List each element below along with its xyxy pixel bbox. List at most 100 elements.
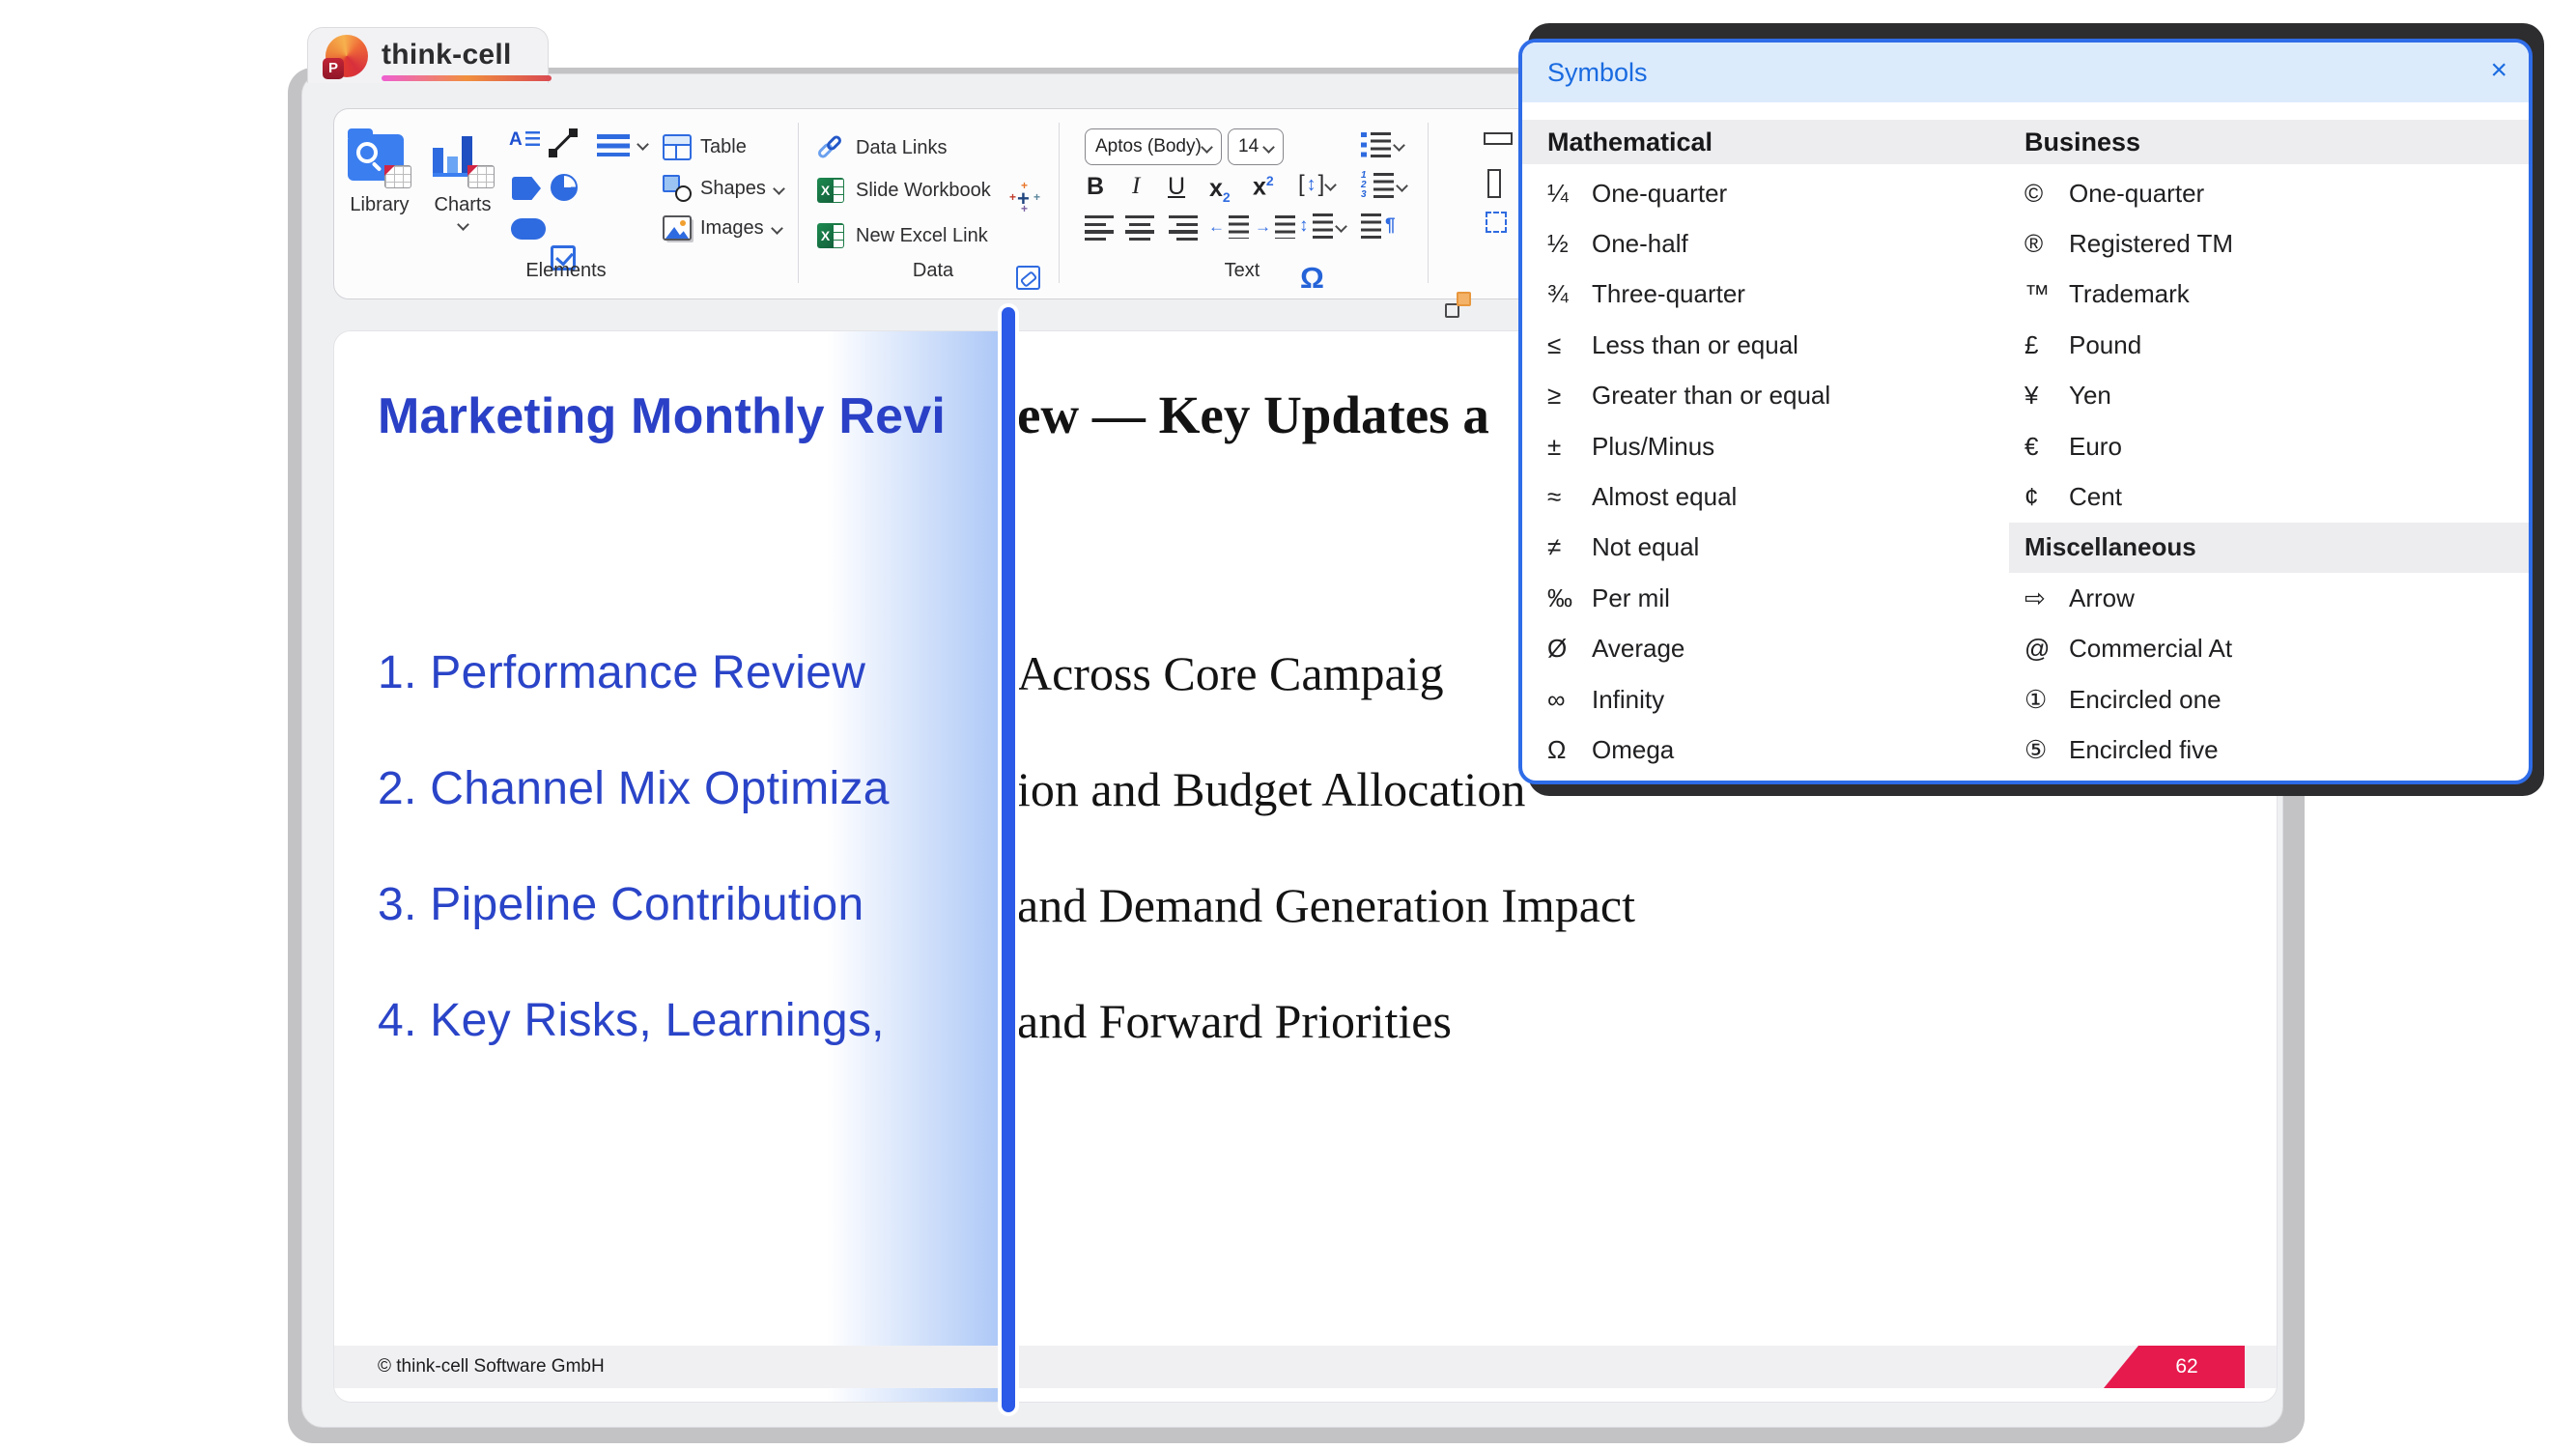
position-tool-button[interactable] bbox=[1486, 212, 1507, 233]
rounded-rectangle-button[interactable] bbox=[511, 218, 546, 240]
bring-to-front-button[interactable] bbox=[1445, 292, 1471, 318]
symbol-item[interactable]: ±Plus/Minus bbox=[1547, 421, 2001, 471]
agenda-item-serif: and Demand Generation Impact bbox=[1017, 877, 1635, 933]
font-size-select[interactable]: 14 bbox=[1228, 128, 1284, 165]
height-tool-button[interactable] bbox=[1487, 169, 1501, 198]
link-icon bbox=[817, 134, 844, 161]
symbol-glyph: ≈ bbox=[1547, 482, 1592, 512]
business-column: ©One-quarter®Registered TM™Trademark£Pou… bbox=[2024, 168, 2507, 776]
width-tool-button[interactable] bbox=[1484, 132, 1513, 145]
increase-indent-button[interactable]: → bbox=[1255, 215, 1295, 239]
dialog-header: Symbols × bbox=[1522, 43, 2529, 102]
data-links-label: Data Links bbox=[856, 137, 948, 159]
symbol-glyph: £ bbox=[2024, 330, 2069, 360]
symbol-glyph: ≠ bbox=[1547, 532, 1592, 562]
symbol-item[interactable]: £Pound bbox=[2024, 320, 2507, 370]
line-spacing-button[interactable]: ↕ bbox=[1299, 213, 1345, 239]
tableau-links-button[interactable]: +++++ bbox=[1010, 182, 1039, 213]
symbol-glyph: @ bbox=[2024, 634, 2069, 664]
chevron-down-icon bbox=[1393, 139, 1405, 152]
symbol-item[interactable]: ØAverage bbox=[1547, 624, 2001, 674]
close-icon[interactable]: × bbox=[2490, 43, 2507, 99]
table-icon bbox=[663, 134, 692, 160]
symbol-item[interactable]: ®Registered TM bbox=[2024, 218, 2507, 269]
symbol-item[interactable]: ⑤Encircled five bbox=[2024, 724, 2507, 775]
chevron-down-icon bbox=[773, 183, 785, 195]
connector-button[interactable] bbox=[549, 128, 578, 157]
symbol-item[interactable]: ™Trademark bbox=[2024, 270, 2507, 320]
charts-button[interactable]: Charts bbox=[431, 128, 495, 237]
symbol-item[interactable]: ‰Per mil bbox=[1547, 573, 2001, 623]
text-box-button[interactable]: A bbox=[509, 131, 540, 149]
symbol-item[interactable]: ¾Three-quarter bbox=[1547, 270, 2001, 320]
symbol-glyph: ¢ bbox=[2024, 482, 2069, 512]
symbol-label: One-quarter bbox=[1592, 179, 1727, 209]
superscript-button[interactable]: x2 bbox=[1253, 173, 1274, 201]
align-left-button[interactable] bbox=[1085, 215, 1114, 241]
chevron-down-icon bbox=[1201, 141, 1213, 154]
symbol-label: Euro bbox=[2069, 432, 2122, 462]
symbol-item[interactable]: ⇨Arrow bbox=[2024, 573, 2507, 623]
symbol-item[interactable]: ∞Infinity bbox=[1547, 674, 2001, 724]
symbol-item[interactable]: €Euro bbox=[2024, 421, 2507, 471]
symbol-item[interactable]: ≥Greater than or equal bbox=[1547, 371, 2001, 421]
shapes-button[interactable]: Shapes bbox=[663, 175, 783, 202]
underline-button[interactable]: U bbox=[1168, 173, 1185, 201]
table-button[interactable]: Table bbox=[663, 134, 747, 160]
character-spacing-button[interactable]: [↕] bbox=[1298, 171, 1335, 198]
library-button[interactable]: Library bbox=[348, 128, 411, 216]
business-column-header: Business bbox=[2024, 120, 2140, 164]
symbol-item[interactable]: ≠Not equal bbox=[1547, 523, 2001, 573]
copyright-text: © think-cell Software GmbH bbox=[378, 1346, 605, 1388]
process-flow-button[interactable] bbox=[512, 177, 541, 200]
symbol-item[interactable]: ¥Yen bbox=[2024, 371, 2507, 421]
symbol-label: Registered TM bbox=[2069, 229, 2233, 259]
agenda-item-serif: ion and Budget Allocation bbox=[1017, 761, 1525, 817]
font-preview-gradient bbox=[827, 331, 1010, 1402]
symbol-item[interactable]: ΩOmega bbox=[1547, 724, 2001, 775]
symbol-item[interactable]: ≈Almost equal bbox=[1547, 471, 2001, 522]
symbol-item[interactable]: ≤Less than or equal bbox=[1547, 320, 2001, 370]
images-button[interactable]: Images bbox=[663, 215, 781, 241]
paragraph-marks-button[interactable]: ¶ bbox=[1361, 213, 1396, 239]
slide-workbook-button[interactable]: X Slide Workbook bbox=[817, 178, 991, 203]
symbol-glyph: ∞ bbox=[1547, 685, 1592, 715]
agenda-item-sans: 2. Channel Mix Optimiza bbox=[378, 763, 890, 814]
search-icon bbox=[356, 142, 378, 163]
bold-button[interactable]: B bbox=[1087, 173, 1104, 201]
data-links-button[interactable]: Data Links bbox=[817, 134, 948, 161]
font-compare-divider-handle[interactable] bbox=[1002, 307, 1015, 1412]
decrease-indent-button[interactable]: ← bbox=[1208, 215, 1249, 239]
symbol-item[interactable]: @Commercial At bbox=[2024, 624, 2507, 674]
app-tab[interactable]: P think-cell bbox=[307, 27, 549, 83]
dialog-title: Symbols bbox=[1547, 43, 1648, 102]
align-right-button[interactable] bbox=[1169, 215, 1198, 241]
symbol-item[interactable]: ½One-half bbox=[1547, 218, 2001, 269]
symbol-glyph: ≥ bbox=[1547, 381, 1592, 411]
agenda-item[interactable]: 4. Key Risks, Learnings, and Forward Pri… bbox=[334, 994, 2277, 1056]
symbol-item[interactable]: ①Encircled one bbox=[2024, 674, 2507, 724]
new-excel-link-button[interactable]: X New Excel Link bbox=[817, 223, 988, 248]
same-level-list-button[interactable] bbox=[597, 134, 630, 156]
app-title: think-cell bbox=[382, 39, 512, 71]
subscript-button[interactable]: x2 bbox=[1209, 175, 1231, 205]
linked-box-icon[interactable] bbox=[1016, 266, 1040, 290]
symbol-label: Encircled one bbox=[2069, 685, 2222, 715]
harvey-ball-button[interactable] bbox=[551, 174, 578, 201]
symbol-label: One-quarter bbox=[2069, 179, 2204, 209]
align-center-button[interactable] bbox=[1125, 215, 1154, 241]
symbol-item[interactable]: ¢Cent bbox=[2024, 471, 2507, 522]
agenda-item[interactable]: 3. Pipeline Contribution and Demand Gene… bbox=[334, 878, 2277, 940]
bullet-list-button[interactable] bbox=[1361, 132, 1403, 157]
column-header-band: Mathematical Business bbox=[1522, 120, 2529, 164]
symbol-label: Yen bbox=[2069, 381, 2111, 411]
numbered-list-button[interactable]: 1 2 3 bbox=[1361, 171, 1406, 200]
symbol-item[interactable]: ¼One-quarter bbox=[1547, 168, 2001, 218]
chevron-down-icon bbox=[1396, 180, 1408, 192]
data-group-label: Data bbox=[856, 260, 1010, 282]
chevron-down-icon[interactable] bbox=[637, 138, 649, 151]
italic-button[interactable]: I bbox=[1132, 173, 1140, 200]
brand-gradient-underline bbox=[382, 75, 552, 81]
symbol-item[interactable]: ©One-quarter bbox=[2024, 168, 2507, 218]
font-name-select[interactable]: Aptos (Body) bbox=[1085, 128, 1222, 165]
